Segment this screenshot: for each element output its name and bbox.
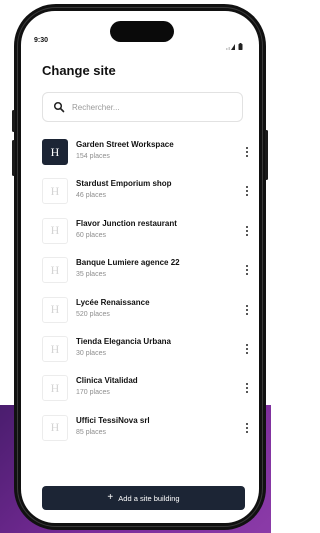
menu-dot — [246, 426, 248, 429]
site-logo: H — [42, 336, 68, 362]
site-logo: H — [42, 217, 68, 244]
side-button-left — [12, 110, 15, 132]
site-name: Clinica Vitalidad — [76, 376, 138, 386]
site-name: Banque Lumiere agence 22 — [76, 258, 180, 268]
menu-dot — [246, 304, 248, 307]
dynamic-island — [110, 21, 174, 42]
site-list-item[interactable]: H Uffici TessiNova srl 85 places — [42, 414, 252, 447]
site-place-count: 85 places — [76, 428, 106, 436]
site-logo: H — [42, 139, 68, 165]
page-title: Change site — [42, 63, 116, 78]
menu-dot — [246, 147, 248, 149]
site-name: Flavor Junction restaurant — [76, 218, 177, 228]
menu-dot — [246, 387, 248, 390]
site-place-count: 30 places — [76, 350, 106, 357]
site-list-item[interactable]: H Flavor Junction restaurant 60 places — [42, 217, 252, 250]
site-place-count: 170 places — [76, 389, 110, 397]
site-name: Lycée Renaissance — [76, 297, 150, 307]
menu-dot — [246, 352, 248, 354]
more-vertical-icon[interactable] — [242, 145, 252, 159]
menu-dot — [246, 344, 248, 346]
search-box[interactable] — [42, 92, 243, 122]
side-button-left-2 — [12, 140, 15, 176]
more-vertical-icon[interactable] — [242, 342, 252, 356]
site-logo: H — [42, 296, 68, 323]
status-time: 9:30 — [34, 37, 49, 44]
site-name: Uffici TessiNova srl — [76, 415, 150, 425]
menu-dot — [246, 383, 248, 386]
menu-dot — [246, 186, 248, 189]
site-list-item[interactable]: H Lycée Renaissance 520 places — [42, 296, 252, 329]
more-vertical-icon[interactable] — [242, 224, 252, 238]
add-site-button[interactable]: + Add a site building — [42, 486, 245, 510]
site-logo: H — [42, 375, 68, 402]
site-logo: H — [42, 178, 68, 205]
menu-dot — [246, 430, 248, 433]
menu-dot — [246, 308, 248, 311]
menu-dot — [246, 348, 248, 350]
menu-dot — [246, 194, 248, 197]
phone-screen: 9:30 Change site H Garden Street Workspac… — [21, 11, 259, 523]
status-icons — [226, 37, 243, 55]
more-vertical-icon[interactable] — [242, 303, 252, 317]
menu-dot — [246, 422, 248, 425]
menu-dot — [246, 233, 248, 236]
site-name: Tienda Elegancia Urbana — [76, 337, 171, 346]
menu-dot — [246, 151, 248, 153]
site-list-item[interactable]: H Clinica Vitalidad 170 places — [42, 375, 252, 407]
site-place-count: 60 places — [76, 231, 106, 239]
more-vertical-icon[interactable] — [242, 184, 252, 198]
menu-dot — [246, 225, 248, 228]
site-place-count: 154 places — [76, 153, 110, 160]
menu-dot — [246, 391, 248, 394]
menu-dot — [246, 312, 248, 315]
add-site-button-label: Add a site building — [118, 493, 180, 503]
site-place-count: 46 places — [76, 192, 106, 200]
site-place-count: 35 places — [76, 271, 106, 279]
battery-icon — [238, 37, 243, 55]
plus-icon: + — [107, 492, 114, 503]
site-logo: H — [42, 414, 68, 441]
site-name: Garden Street Workspace — [76, 140, 174, 149]
site-list-item[interactable]: H Banque Lumiere agence 22 35 places — [42, 257, 252, 289]
more-vertical-icon[interactable] — [242, 263, 252, 277]
menu-dot — [246, 229, 248, 232]
menu-dot — [246, 155, 248, 157]
menu-dot — [246, 190, 248, 193]
search-input[interactable] — [72, 102, 222, 112]
site-name: Stardust Emporium shop — [76, 179, 172, 189]
site-list-item[interactable]: H Garden Street Workspace 154 places — [42, 139, 252, 171]
site-logo: H — [42, 257, 68, 284]
site-list-item[interactable]: H Tienda Elegancia Urbana 30 places — [42, 336, 252, 368]
site-list-item[interactable]: H Stardust Emporium shop 46 places — [42, 178, 252, 210]
site-place-count: 520 places — [76, 310, 110, 318]
signal-icon — [226, 37, 235, 55]
menu-dot — [246, 265, 248, 268]
search-icon — [53, 101, 65, 113]
more-vertical-icon[interactable] — [242, 381, 252, 395]
more-vertical-icon[interactable] — [242, 421, 252, 435]
menu-dot — [246, 273, 248, 276]
menu-dot — [246, 269, 248, 272]
side-button-right — [265, 130, 268, 180]
